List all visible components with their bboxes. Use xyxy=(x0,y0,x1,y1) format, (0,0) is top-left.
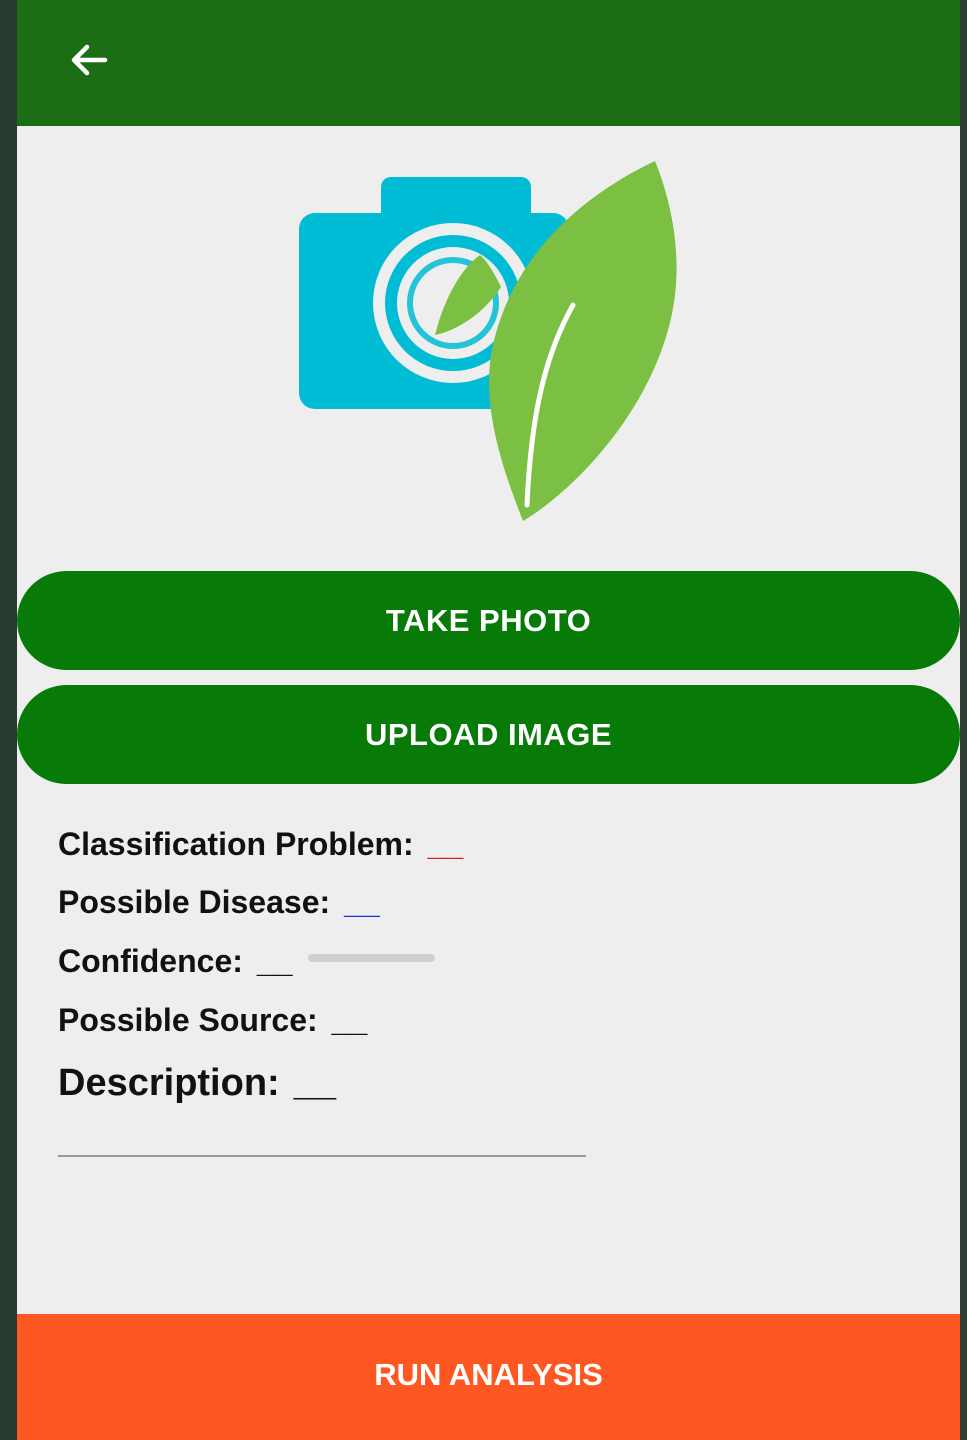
back-button[interactable] xyxy=(61,36,117,84)
arrow-left-icon xyxy=(71,44,108,76)
classification-value: __ xyxy=(427,826,464,862)
camera-leaf-logo xyxy=(295,155,685,530)
upload-image-button[interactable]: UPLOAD IMAGE xyxy=(17,685,960,784)
description-value: __ xyxy=(293,1062,336,1104)
disease-row: Possible Disease: __ xyxy=(58,884,380,921)
take-photo-button[interactable]: TAKE PHOTO xyxy=(17,571,960,670)
app-bar xyxy=(17,0,960,126)
app-screen: TAKE PHOTO UPLOAD IMAGE Classification P… xyxy=(17,0,960,1440)
confidence-label: Confidence: xyxy=(58,943,243,979)
description-row: Description: __ xyxy=(58,1062,336,1105)
source-value: __ xyxy=(331,1002,368,1038)
run-analysis-button[interactable]: RUN ANALYSIS xyxy=(17,1314,960,1440)
device-frame-right xyxy=(960,0,967,1440)
disease-value: __ xyxy=(344,884,380,920)
disease-label: Possible Disease: xyxy=(58,884,331,920)
classification-row: Classification Problem: __ xyxy=(58,826,463,863)
confidence-row: Confidence: __ xyxy=(58,943,436,980)
source-row: Possible Source: __ xyxy=(58,1002,367,1039)
source-label: Possible Source: xyxy=(58,1002,318,1038)
confidence-progress-bar xyxy=(308,953,436,962)
classification-label: Classification Problem: xyxy=(58,826,414,862)
description-label: Description: xyxy=(58,1062,280,1104)
device-frame-left xyxy=(0,0,17,1440)
confidence-value: __ xyxy=(256,943,293,979)
description-underline xyxy=(58,1155,586,1157)
